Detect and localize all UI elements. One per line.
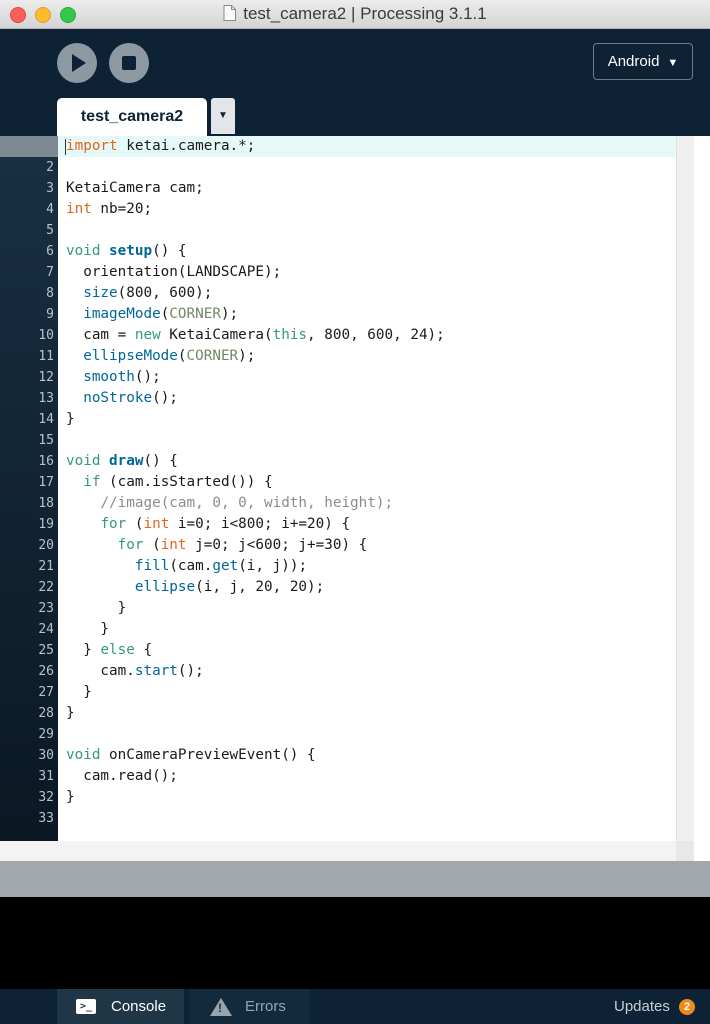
line-number: 13: [38, 391, 54, 406]
code-line-26: cam.start();: [66, 663, 204, 679]
line-number: 27: [38, 685, 54, 700]
chevron-down-icon: ▼: [667, 57, 679, 69]
line-number: 26: [38, 664, 54, 679]
line-number: 17: [38, 475, 54, 490]
code-line-27: }: [66, 684, 92, 700]
console-output[interactable]: [0, 897, 710, 989]
footer-bar: >_ Console ! Errors Updates 2: [0, 989, 710, 1024]
line-number: 9: [46, 307, 54, 322]
run-button[interactable]: [57, 43, 97, 83]
line-number: 11: [38, 349, 54, 364]
code-line-7: orientation(LANDSCAPE);: [66, 264, 282, 280]
line-number: 31: [38, 769, 54, 784]
code-line-3: KetaiCamera cam;: [66, 180, 204, 196]
line-number: 30: [38, 748, 54, 763]
stop-button[interactable]: [109, 43, 149, 83]
line-number: 15: [38, 433, 54, 448]
code-line-24: }: [66, 621, 110, 637]
code-line-19: for (int i=0; i<800; i+=20) {: [100, 516, 351, 532]
line-number: 20: [38, 538, 54, 553]
code-line-32: }: [66, 789, 75, 805]
line-number: 22: [38, 580, 54, 595]
window-title: test_camera2 | Processing 3.1.1: [243, 4, 487, 23]
code-line-6: void setup() {: [66, 243, 187, 259]
code-line-30: void onCameraPreviewEvent() {: [66, 747, 316, 763]
current-line-gutter-highlight: [0, 136, 58, 157]
line-number: 12: [38, 370, 54, 385]
status-bar: [0, 861, 710, 897]
tab-test-camera2[interactable]: test_camera2: [57, 98, 207, 136]
line-number: 19: [38, 517, 54, 532]
scrollbar-corner: [676, 841, 694, 861]
line-number: 3: [46, 181, 54, 196]
code-line-4: int nb=20;: [66, 201, 153, 217]
line-number: 4: [46, 202, 54, 217]
updates-count-badge[interactable]: 2: [679, 999, 695, 1015]
code-line-22: ellipse(i, j, 20, 20);: [134, 579, 325, 595]
line-number: 10: [38, 328, 54, 343]
code-line-16: void draw() {: [66, 453, 178, 469]
tab-bar: test_camera2 ▼: [0, 98, 710, 136]
play-icon: [72, 54, 86, 72]
line-number: 18: [38, 496, 54, 511]
code-line-28: }: [66, 705, 75, 721]
code-line-12: smooth();: [83, 369, 161, 385]
toolbar: Android ▼: [0, 29, 710, 98]
console-icon: >_: [76, 999, 96, 1014]
errors-tab[interactable]: ! Errors: [190, 989, 310, 1024]
warning-icon: !: [210, 998, 232, 1016]
line-number: 8: [46, 286, 54, 301]
code-line-11: ellipseMode(CORNER);: [83, 348, 256, 364]
horizontal-scrollbar[interactable]: [0, 841, 694, 861]
code-line-31: cam.read();: [66, 768, 178, 784]
line-number: 2: [46, 160, 54, 175]
editor-right-margin: [694, 136, 710, 861]
window-title-area: test_camera2 | Processing 3.1.1: [0, 0, 710, 28]
code-line-25: } else {: [66, 642, 153, 658]
code-line-10: cam = new KetaiCamera(this, 800, 600, 24…: [66, 327, 445, 343]
console-tab[interactable]: >_ Console: [57, 989, 184, 1024]
mode-selector[interactable]: Android ▼: [593, 43, 693, 80]
errors-tab-label: Errors: [245, 998, 286, 1015]
mode-label: Android: [607, 53, 660, 70]
code-text-layer: import ketai.camera.*; KetaiCamera cam; …: [58, 136, 676, 841]
code-line-20: for (int j=0; j<600; j+=30) {: [117, 537, 368, 553]
line-number: 14: [38, 412, 54, 427]
line-number: 24: [38, 622, 54, 637]
stop-icon: [122, 56, 136, 70]
code-line-1: import ketai.camera.*;: [66, 138, 256, 154]
code-line-23: }: [66, 600, 127, 616]
updates-link[interactable]: Updates: [614, 989, 670, 1024]
line-number: 33: [38, 811, 54, 826]
line-number: 16: [38, 454, 54, 469]
line-number: 32: [38, 790, 54, 805]
line-number-gutter: 1234567891011121314151617181920212223242…: [0, 136, 58, 841]
document-icon: [223, 4, 237, 21]
code-line-14: }: [66, 411, 75, 427]
line-number: 29: [38, 727, 54, 742]
code-line-9: imageMode(CORNER);: [83, 306, 239, 322]
code-line-8: size(800, 600);: [83, 285, 213, 301]
line-number: 28: [38, 706, 54, 721]
code-line-13: noStroke();: [83, 390, 178, 406]
line-number: 5: [46, 223, 54, 238]
line-number: 23: [38, 601, 54, 616]
line-number: 25: [38, 643, 54, 658]
code-line-18: //image(cam, 0, 0, width, height);: [100, 495, 394, 511]
line-number: 6: [46, 244, 54, 259]
code-line-17: if (cam.isStarted()) {: [83, 474, 273, 490]
title-bar: test_camera2 | Processing 3.1.1: [0, 0, 710, 29]
text-caret: [65, 139, 66, 155]
line-number: 7: [46, 265, 54, 280]
code-line-21: fill(cam.get(i, j));: [134, 558, 308, 574]
console-tab-label: Console: [111, 998, 167, 1015]
vertical-scrollbar[interactable]: [676, 136, 695, 841]
tab-menu-button[interactable]: ▼: [211, 98, 235, 134]
line-number: 21: [38, 559, 54, 574]
